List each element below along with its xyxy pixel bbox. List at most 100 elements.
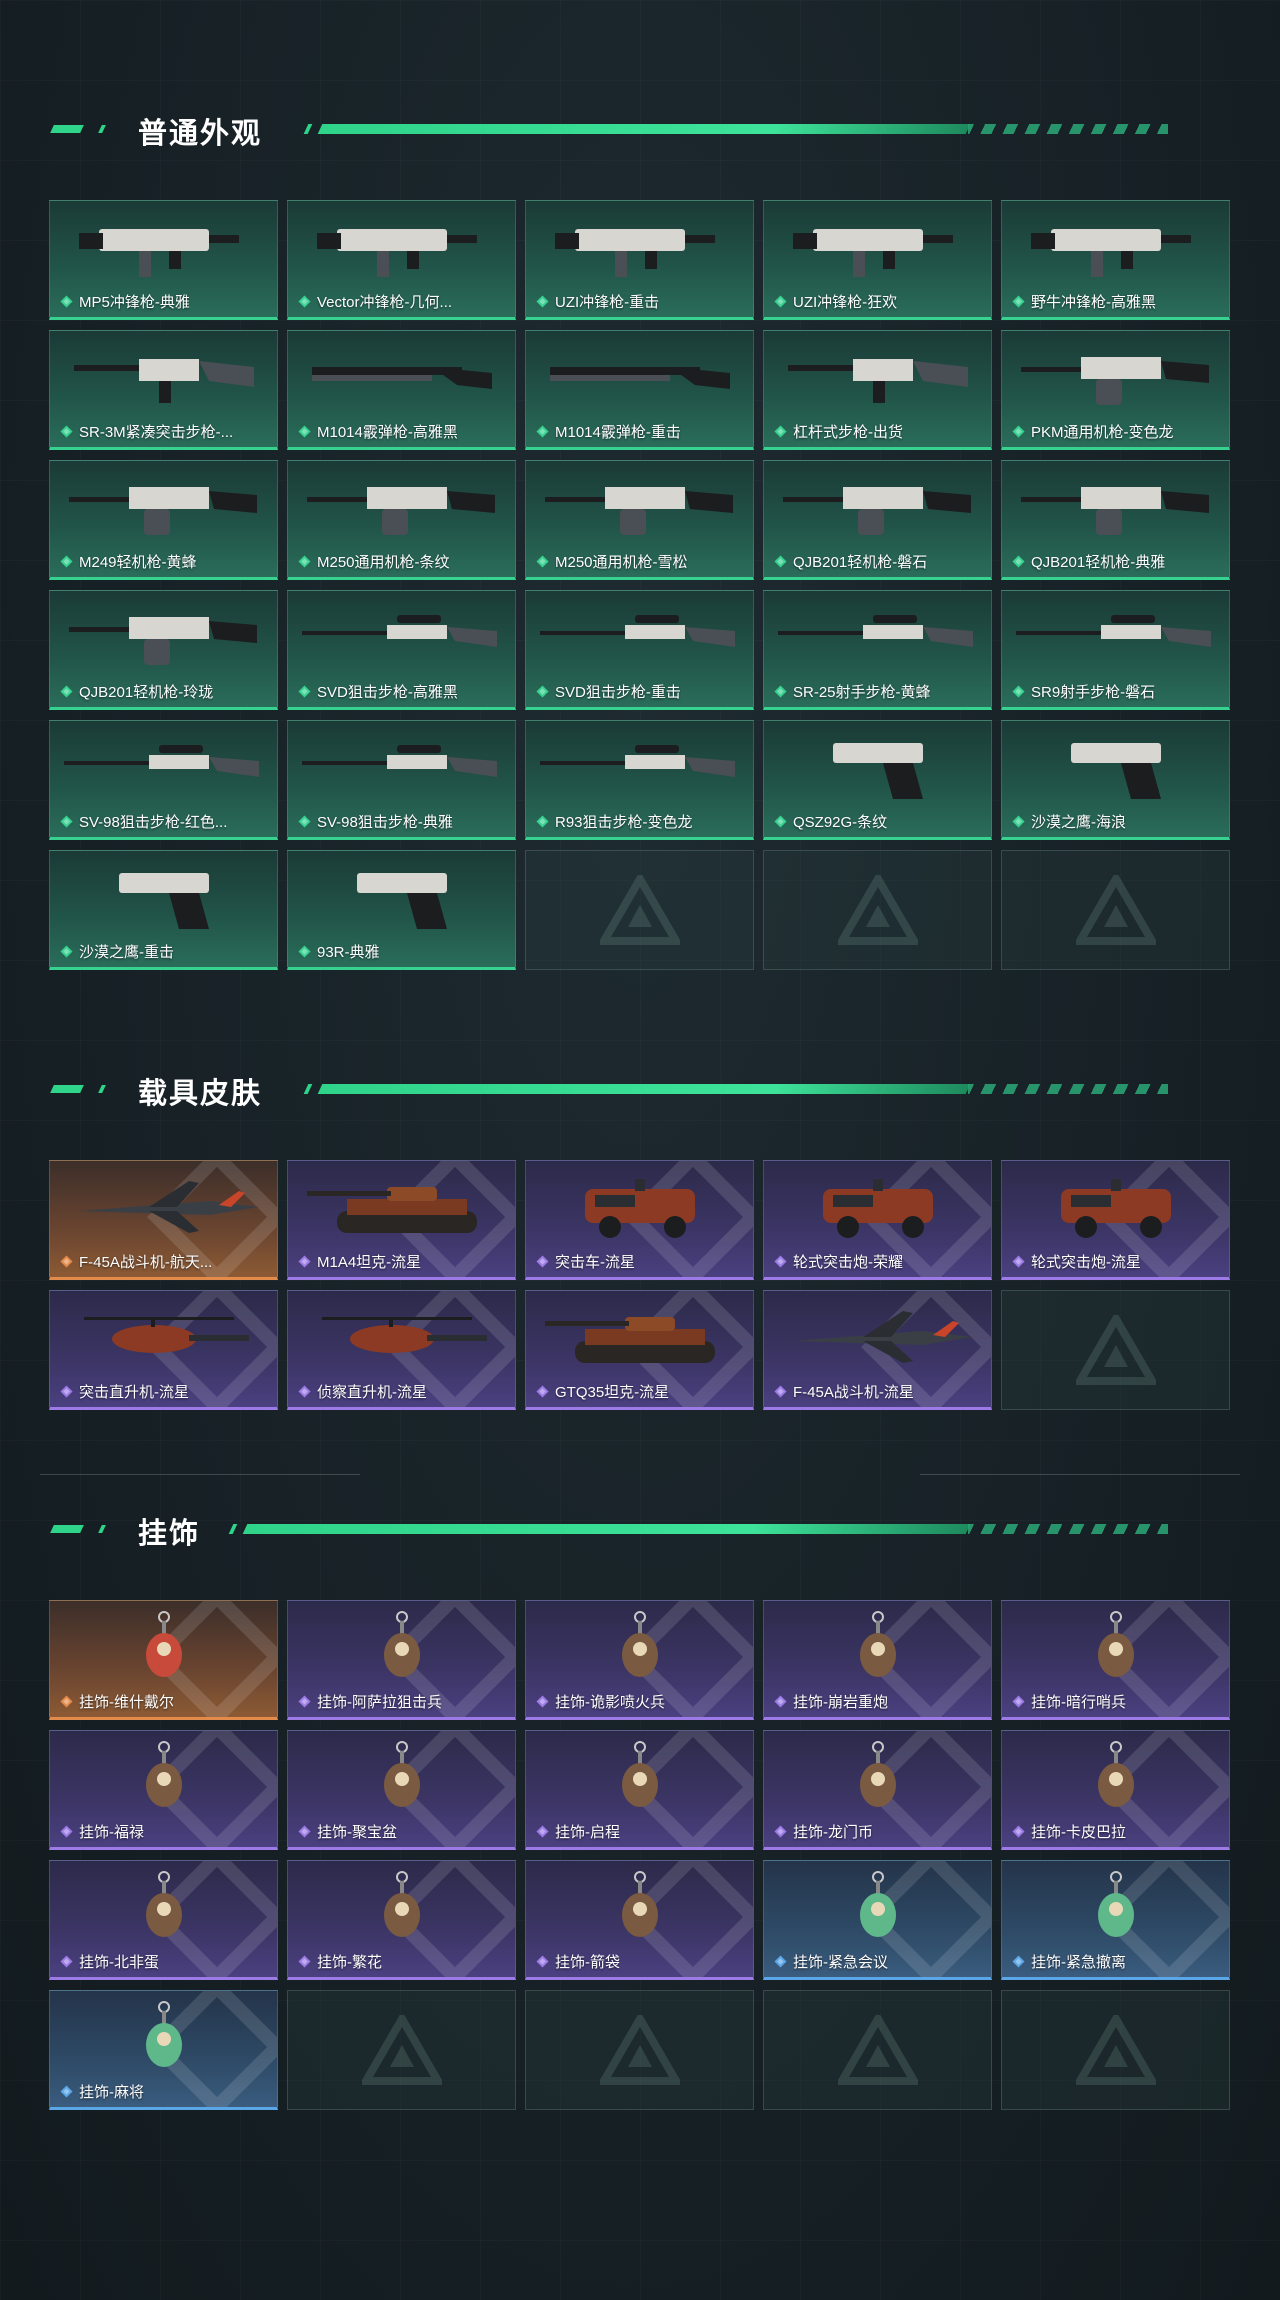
item-card[interactable]: UZI冲锋枪-狂欢 [763, 200, 992, 320]
item-card[interactable]: 侦察直升机-流星 [287, 1290, 516, 1410]
rarity-gem-icon [1012, 294, 1025, 308]
rarity-gem-icon [60, 814, 73, 828]
item-label-row: Vector冲锋枪-几何... [298, 291, 509, 311]
item-card[interactable]: SR-3M紧凑突击步枪-... [49, 330, 278, 450]
item-card[interactable]: 突击直升机-流星 [49, 1290, 278, 1410]
item-label-row: QJB201轻机枪-玲珑 [60, 681, 271, 701]
item-name: SR-25射手步枪-黄蜂 [793, 683, 931, 701]
item-card[interactable]: Vector冲锋枪-几何... [287, 200, 516, 320]
rarity-gem-icon [774, 1824, 787, 1838]
item-card[interactable]: M249轻机枪-黄蜂 [49, 460, 278, 580]
item-card[interactable]: 挂饰-龙门币 [763, 1730, 992, 1850]
machine-gun-icon [68, 617, 257, 665]
item-name: M250通用机枪-条纹 [317, 553, 450, 571]
item-card[interactable]: 挂饰-麻将 [49, 1990, 278, 2110]
item-name: 轮式突击炮-荣耀 [793, 1253, 903, 1271]
item-card[interactable]: 挂饰-聚宝盆 [287, 1730, 516, 1850]
item-card[interactable]: SV-98狙击步枪-典雅 [287, 720, 516, 840]
item-card[interactable]: F-45A战斗机-流星 [763, 1290, 992, 1410]
item-card[interactable]: SR9射手步枪-磐石 [1001, 590, 1230, 710]
sniper-icon [301, 745, 497, 777]
rarity-gem-icon [1012, 684, 1025, 698]
item-card[interactable]: MP5冲锋枪-典雅 [49, 200, 278, 320]
item-card[interactable]: M1014霰弹枪-重击 [525, 330, 754, 450]
item-card[interactable]: R93狙击步枪-变色龙 [525, 720, 754, 840]
item-card[interactable]: 挂饰-诡影喷火兵 [525, 1600, 754, 1720]
item-card[interactable]: 轮式突击炮-流星 [1001, 1160, 1230, 1280]
placeholder-logo-icon [837, 2015, 918, 2085]
rarity-gem-icon [1012, 1254, 1025, 1268]
item-card[interactable]: QJB201轻机枪-玲珑 [49, 590, 278, 710]
item-name: M1A4坦克-流星 [317, 1253, 422, 1271]
item-card[interactable]: M250通用机枪-条纹 [287, 460, 516, 580]
item-name: 挂饰-暗行哨兵 [1031, 1693, 1126, 1711]
item-card[interactable]: 挂饰-紧急撤离 [1001, 1860, 1230, 1980]
item-card[interactable]: QSZ92G-条纹 [763, 720, 992, 840]
item-name: R93狙击步枪-变色龙 [555, 813, 693, 831]
placeholder-logo-icon [1075, 2015, 1156, 2085]
item-card[interactable]: 挂饰-启程 [525, 1730, 754, 1850]
item-name: SV-98狙击步枪-红色... [79, 813, 228, 831]
item-card[interactable]: UZI冲锋枪-重击 [525, 200, 754, 320]
item-card[interactable]: 挂饰-繁花 [287, 1860, 516, 1980]
placeholder-logo-icon [1075, 875, 1156, 945]
item-label-row: QJB201轻机枪-磐石 [774, 551, 985, 571]
item-card[interactable]: SVD狙击步枪-重击 [525, 590, 754, 710]
item-card[interactable]: SVD狙击步枪-高雅黑 [287, 590, 516, 710]
charm-icon [145, 1611, 182, 1677]
section-title: 普通外观 [138, 118, 263, 150]
item-name: M249轻机枪-黄蜂 [79, 553, 197, 571]
charm-icon [383, 1871, 420, 1937]
item-card[interactable]: F-45A战斗机-航天... [49, 1160, 278, 1280]
item-name: M250通用机枪-雪松 [555, 553, 688, 571]
item-card[interactable]: 挂饰-阿萨拉狙击兵 [287, 1600, 516, 1720]
jet-icon [78, 1181, 259, 1233]
item-name: SV-98狙击步枪-典雅 [317, 813, 453, 831]
item-name: 挂饰-诡影喷火兵 [555, 1693, 665, 1711]
item-name: SR9射手步枪-磐石 [1031, 683, 1156, 701]
item-card[interactable]: QJB201轻机枪-磐石 [763, 460, 992, 580]
item-label-row: 挂饰-紧急撤离 [1012, 1951, 1223, 1971]
item-name: F-45A战斗机-航天... [79, 1253, 213, 1271]
empty-slot [287, 1990, 516, 2110]
item-card[interactable]: QJB201轻机枪-典雅 [1001, 460, 1230, 580]
empty-slot [525, 850, 754, 970]
item-card[interactable]: SV-98狙击步枪-红色... [49, 720, 278, 840]
item-card[interactable]: 挂饰-崩岩重炮 [763, 1600, 992, 1720]
item-card[interactable]: PKM通用机枪-变色龙 [1001, 330, 1230, 450]
charm-icon [145, 2001, 182, 2067]
item-name: 挂饰-繁花 [317, 1953, 382, 1971]
item-card[interactable]: 沙漠之鹰-海浪 [1001, 720, 1230, 840]
rarity-gem-icon [60, 294, 73, 308]
item-card[interactable]: 突击车-流星 [525, 1160, 754, 1280]
item-card[interactable]: 挂饰-卡皮巴拉 [1001, 1730, 1230, 1850]
item-card[interactable]: 挂饰-箭袋 [525, 1860, 754, 1980]
item-name: 挂饰-启程 [555, 1823, 620, 1841]
item-card[interactable]: M1A4坦克-流星 [287, 1160, 516, 1280]
item-card[interactable]: 挂饰-暗行哨兵 [1001, 1600, 1230, 1720]
item-label-row: 挂饰-箭袋 [536, 1951, 747, 1971]
charm-icon [383, 1741, 420, 1807]
charm-icon [859, 1611, 896, 1677]
item-card[interactable]: 挂饰-维什戴尔 [49, 1600, 278, 1720]
rarity-gem-icon [1012, 424, 1025, 438]
item-card[interactable]: 轮式突击炮-荣耀 [763, 1160, 992, 1280]
pistol-icon [1070, 743, 1161, 799]
item-card[interactable]: M1014霰弹枪-高雅黑 [287, 330, 516, 450]
item-card[interactable]: 野牛冲锋枪-高雅黑 [1001, 200, 1230, 320]
item-card[interactable]: 挂饰-紧急会议 [763, 1860, 992, 1980]
item-card[interactable]: SR-25射手步枪-黄蜂 [763, 590, 992, 710]
item-card[interactable]: 沙漠之鹰-重击 [49, 850, 278, 970]
item-card[interactable]: M250通用机枪-雪松 [525, 460, 754, 580]
smg-icon [554, 229, 715, 277]
rarity-gem-icon [1012, 1694, 1025, 1708]
rarity-gem-icon [298, 554, 311, 568]
item-card[interactable]: 杠杆式步枪-出货 [763, 330, 992, 450]
item-label-row: SV-98狙击步枪-红色... [60, 811, 271, 831]
item-label-row: 突击直升机-流星 [60, 1381, 271, 1401]
item-card[interactable]: 挂饰-福禄 [49, 1730, 278, 1850]
item-card[interactable]: GTQ35坦克-流星 [525, 1290, 754, 1410]
item-card[interactable]: 挂饰-北非蛋 [49, 1860, 278, 1980]
rarity-gem-icon [60, 1694, 73, 1708]
item-card[interactable]: 93R-典雅 [287, 850, 516, 970]
